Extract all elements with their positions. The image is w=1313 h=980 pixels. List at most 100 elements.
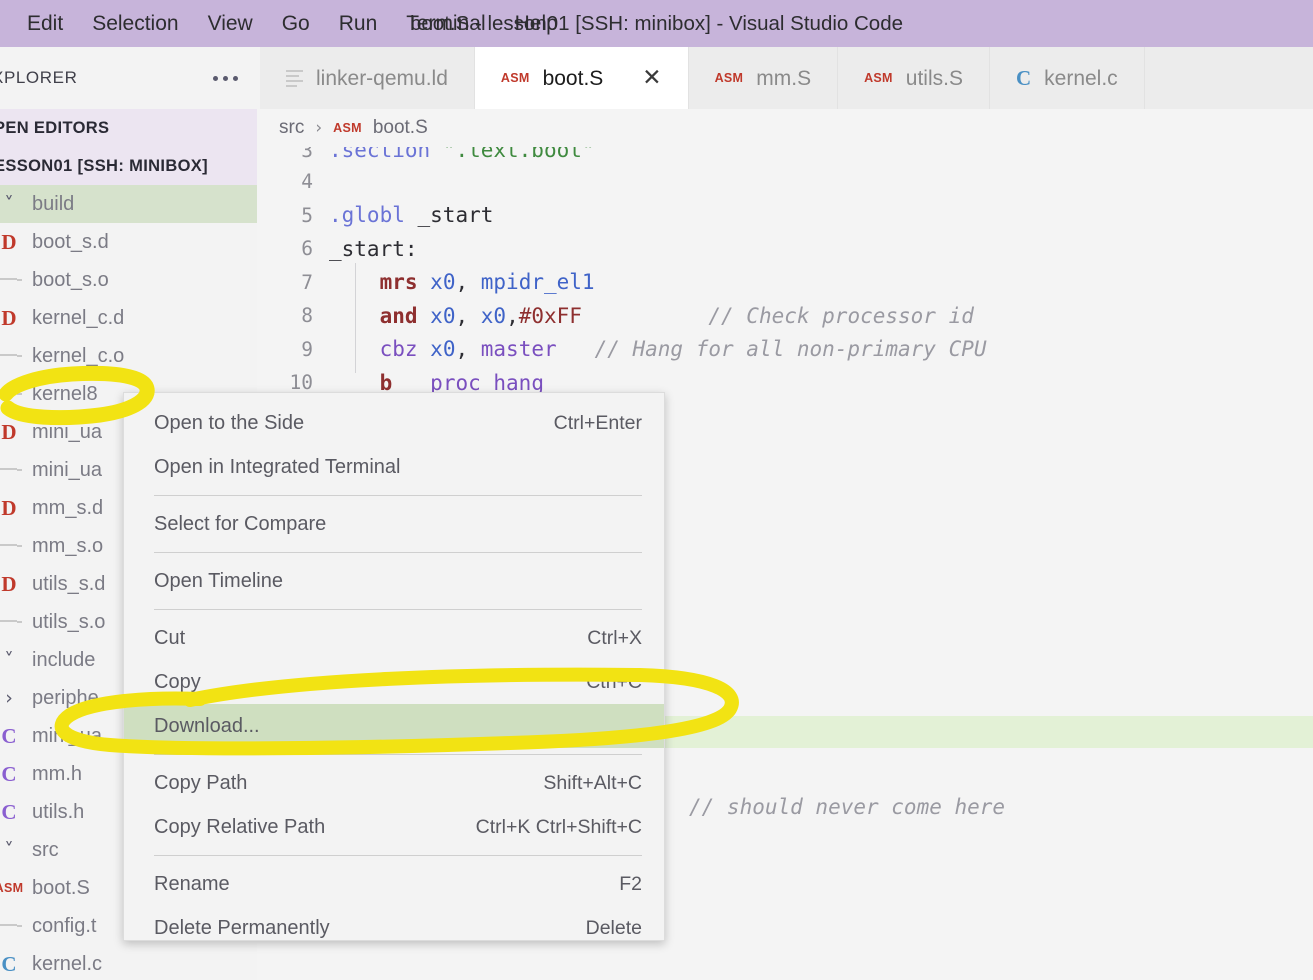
tab-utils-s[interactable]: ASM utils.S	[838, 47, 990, 109]
d-file-icon: D	[1, 571, 17, 596]
asm-file-icon: ASM	[333, 120, 362, 135]
title-bar: Edit Selection View Go Run Terminal Help…	[0, 0, 1313, 47]
sidebar-item-label: mm_s.d	[32, 497, 104, 519]
sidebar-item-build[interactable]: ˅ build	[0, 185, 257, 223]
menu-item-help[interactable]: Help	[514, 11, 559, 36]
line-number: 8	[301, 304, 313, 328]
context-menu-label: Copy Path	[154, 771, 248, 794]
lines-file-icon	[0, 391, 23, 397]
menu-item-view[interactable]: View	[207, 11, 254, 36]
tab-kernel-c[interactable]: C kernel.c	[989, 47, 1145, 109]
asm-file-icon: ASM	[714, 70, 744, 85]
sidebar-item-label: kernel8	[32, 383, 98, 405]
lines-file-icon	[0, 543, 23, 549]
breadcrumb-folder[interactable]: src	[279, 117, 304, 139]
menu-item-selection[interactable]: Selection	[91, 11, 179, 36]
breadcrumb-file[interactable]: boot.S	[373, 117, 428, 139]
menu-item-go[interactable]: Go	[281, 11, 311, 36]
code-line: 7 mrs x0, mpidr_el1	[257, 266, 1313, 300]
context-menu-label: Open in Integrated Terminal	[154, 455, 401, 478]
tab-boot-s[interactable]: ASM boot.S ✕	[474, 47, 689, 109]
chevron-down-icon: ˅	[4, 193, 14, 215]
context-menu-separator	[154, 754, 642, 755]
code-line: 6 _start:	[257, 232, 1313, 266]
asm-file-icon: ASM	[500, 70, 530, 85]
context-menu-item-open-to-the-side[interactable]: Open to the Side Ctrl+Enter	[124, 401, 664, 445]
vscode-window: Edit Selection View Go Run Terminal Help…	[0, 0, 1313, 980]
asm-file-icon: ASM	[864, 70, 893, 85]
asm-file-icon: ASM	[0, 880, 24, 895]
tab-label: boot.S	[542, 66, 604, 90]
sidebar-section-open-editors[interactable]: PEN EDITORS	[0, 109, 257, 147]
context-menu-label: Select for Compare	[154, 512, 327, 535]
sidebar-item-boot-s-o[interactable]: boot_s.o	[0, 261, 257, 299]
chevron-down-icon: ˅	[4, 649, 14, 671]
context-menu-shortcut: Delete	[585, 916, 642, 939]
tab-linker-qemu-ld[interactable]: linker-qemu.ld	[260, 47, 475, 109]
context-menu-item-rename[interactable]: Rename F2	[124, 862, 664, 906]
sidebar-section-lesson01[interactable]: ESSON01 [SSH: MINIBOX]	[0, 147, 257, 185]
sidebar-item-label: config.t	[32, 915, 97, 937]
sidebar-item-label: boot_s.o	[32, 269, 109, 291]
code-text: // should never come here	[689, 794, 1006, 819]
sidebar-item-kernel-c[interactable]: C kernel.c	[0, 945, 257, 980]
line-number: 10	[289, 371, 313, 395]
menu-item-terminal[interactable]: Terminal	[405, 11, 486, 36]
code-text: cbz x0, master // Hang for all non-prima…	[379, 337, 987, 362]
explorer-header: XPLORER	[0, 47, 260, 109]
close-icon[interactable]: ✕	[642, 66, 661, 90]
context-menu-item-copy[interactable]: Copy Ctrl+C	[124, 660, 664, 704]
sidebar-item-kernel-c-o[interactable]: kernel_c.o	[0, 337, 257, 375]
breadcrumb-separator: ›	[315, 118, 323, 138]
sidebar-section-label: PEN EDITORS	[0, 118, 110, 137]
breadcrumb[interactable]: src › ASM boot.S	[257, 109, 1313, 147]
sidebar-item-label: kernel.c	[32, 953, 103, 975]
sidebar-section-label: ESSON01 [SSH: MINIBOX]	[0, 156, 208, 175]
line-number: 6	[301, 237, 313, 261]
lines-file-icon	[0, 923, 23, 929]
context-menu-item-open-timeline[interactable]: Open Timeline	[124, 559, 664, 603]
d-file-icon: D	[1, 419, 17, 444]
context-menu-item-copy-path[interactable]: Copy Path Shift+Alt+C	[124, 761, 664, 805]
chevron-down-icon: ˅	[4, 839, 14, 861]
context-menu[interactable]: Open to the Side Ctrl+Enter Open in Inte…	[123, 392, 665, 941]
sidebar-item-label: utils_s.d	[32, 573, 106, 595]
sidebar-item-label: mm_s.o	[32, 535, 104, 557]
ellipsis-icon[interactable]	[213, 75, 238, 81]
d-file-icon: D	[1, 229, 17, 254]
context-menu-label: Rename	[154, 872, 230, 895]
context-menu-shortcut: Ctrl+K Ctrl+Shift+C	[475, 815, 642, 838]
sidebar-item-label: boot.S	[32, 877, 90, 899]
line-number: 5	[301, 203, 313, 227]
sidebar-item-boot-s-d[interactable]: D boot_s.d	[0, 223, 257, 261]
code-line: 4	[257, 165, 1313, 199]
sidebar-item-label: kernel_c.o	[32, 345, 125, 367]
context-menu-label: Copy	[154, 670, 201, 693]
lines-file-icon	[0, 467, 23, 473]
chevron-right-icon: ›	[5, 687, 13, 709]
sidebar-item-label: build	[32, 193, 75, 215]
sidebar-item-label: utils.h	[32, 801, 85, 823]
c-header-icon: C	[1, 799, 17, 824]
context-menu-label: Delete Permanently	[154, 916, 330, 939]
context-menu-label: Download...	[154, 714, 260, 737]
context-menu-item-delete-permanently[interactable]: Delete Permanently Delete	[124, 906, 664, 950]
context-menu-separator	[154, 609, 642, 610]
context-menu-item-select-for-compare[interactable]: Select for Compare	[124, 502, 664, 546]
menu-item-run[interactable]: Run	[338, 11, 379, 36]
context-menu-item-cut[interactable]: Cut Ctrl+X	[124, 616, 664, 660]
context-menu-shortcut: Ctrl+X	[587, 626, 642, 649]
lines-file-icon	[286, 69, 303, 87]
context-menu-item-copy-relative-path[interactable]: Copy Relative Path Ctrl+K Ctrl+Shift+C	[124, 805, 664, 849]
sidebar-item-kernel-c-d[interactable]: D kernel_c.d	[0, 299, 257, 337]
context-menu-item-download[interactable]: Download...	[124, 704, 664, 748]
context-menu-shortcut: Ctrl+C	[586, 670, 642, 693]
code-line: 9 cbz x0, master // Hang for all non-pri…	[257, 333, 1313, 367]
context-menu-shortcut: F2	[619, 872, 642, 895]
context-menu-separator	[154, 495, 642, 496]
context-menu-item-open-in-integrated-terminal[interactable]: Open in Integrated Terminal	[124, 445, 664, 489]
menu-item-edit[interactable]: Edit	[26, 11, 64, 36]
c-header-icon: C	[1, 723, 17, 748]
explorer-title: XPLORER	[0, 68, 78, 87]
tab-mm-s[interactable]: ASM mm.S	[688, 47, 839, 109]
